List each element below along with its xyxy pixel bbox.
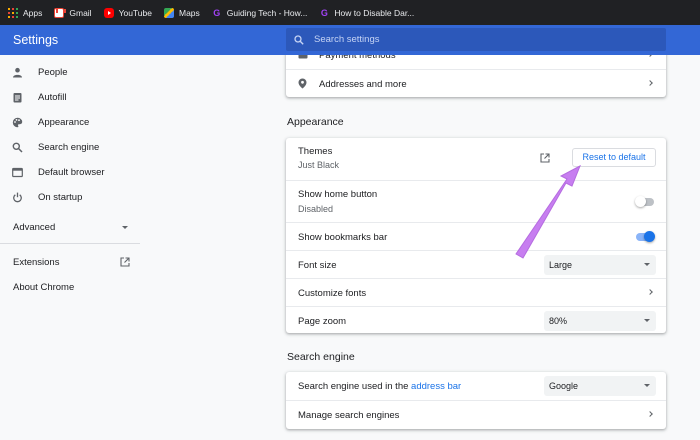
gmail-icon <box>54 7 65 18</box>
open-in-new-icon <box>120 257 130 267</box>
chevron-right-icon <box>647 411 653 417</box>
toggle-knob <box>635 196 646 207</box>
sidebar-item-autofill[interactable]: Autofill <box>0 85 140 110</box>
bookmarks-bar-label: Show bookmarks bar <box>298 232 388 243</box>
location-pin-icon <box>298 78 307 89</box>
guiding-tech-icon: G <box>320 7 328 18</box>
sidebar-item-label: Search engine <box>38 142 100 153</box>
sidebar-item-default-browser[interactable]: Default browser <box>0 160 140 185</box>
sidebar-item-label: Default browser <box>38 167 105 178</box>
power-icon <box>13 192 22 203</box>
section-title-search-engine: Search engine <box>287 351 355 363</box>
bookmark-apps[interactable]: Apps <box>8 7 43 18</box>
bookmark-disable-dark[interactable]: G How to Disable Dar... <box>319 8 414 18</box>
sidebar-item-label: Extensions <box>13 257 60 268</box>
bookmark-label: Gmail <box>69 7 92 18</box>
sidebar-item-search-engine[interactable]: Search engine <box>0 135 140 160</box>
select-value: Google <box>549 381 579 391</box>
themes-value: Just Black <box>298 160 340 170</box>
home-button-value: Disabled <box>298 204 334 214</box>
select-value: Large <box>549 260 573 270</box>
sidebar-item-people[interactable]: People <box>0 60 140 85</box>
clipboard-icon <box>13 93 22 103</box>
bookmark-label: Guiding Tech - How... <box>226 7 308 18</box>
chevron-right-icon <box>647 289 653 295</box>
show-home-button-row[interactable]: Show home button Disabled <box>286 180 666 222</box>
customize-fonts-label: Customize fonts <box>298 288 367 299</box>
search-engine-used-label: Search engine used in the address bar <box>298 381 461 392</box>
home-button-label: Show home button <box>298 189 378 200</box>
settings-header-foreground: Settings <box>0 25 700 55</box>
sidebar-divider <box>0 243 140 244</box>
appearance-card: Themes Just Black Reset to default Show … <box>286 138 666 333</box>
themes-row[interactable]: Themes Just Black Reset to default <box>286 138 666 180</box>
sidebar-item-appearance[interactable]: Appearance <box>0 110 140 135</box>
search-engine-select[interactable]: Google <box>544 376 656 396</box>
palette-icon <box>12 117 23 128</box>
font-size-row: Font size Large <box>286 250 666 278</box>
sidebar-item-advanced[interactable]: Advanced <box>0 215 140 240</box>
page-zoom-select[interactable]: 80% <box>544 311 656 331</box>
chevron-down-icon <box>644 319 650 322</box>
sidebar-item-on-startup[interactable]: On startup <box>0 185 140 210</box>
search-box[interactable] <box>286 28 666 51</box>
sidebar-item-label: On startup <box>38 192 83 203</box>
sidebar-item-extensions[interactable]: Extensions <box>0 250 140 275</box>
chevron-down-icon <box>122 226 128 229</box>
bookmarks-bar: Apps Gmail YouTube Maps G Guiding Tech -… <box>0 0 700 25</box>
customize-fonts-row[interactable]: Customize fonts <box>286 278 666 306</box>
browser-icon <box>12 167 23 178</box>
search-icon <box>12 142 23 153</box>
search-engine-used-row: Search engine used in the address bar Go… <box>286 372 666 400</box>
search-input[interactable] <box>314 34 634 45</box>
bookmark-label: YouTube <box>118 7 152 18</box>
sidebar-item-label: About Chrome <box>13 282 75 293</box>
manage-search-engines-row[interactable]: Manage search engines <box>286 400 666 428</box>
page-title: Settings <box>13 33 59 47</box>
label-text: Search engine used in the <box>298 381 412 392</box>
bookmark-maps[interactable]: Maps <box>163 7 200 18</box>
chevron-down-icon <box>644 263 650 266</box>
reset-to-default-button[interactable]: Reset to default <box>572 148 656 167</box>
themes-label: Themes <box>298 146 333 157</box>
maps-icon <box>163 7 174 18</box>
section-title-appearance: Appearance <box>287 116 344 128</box>
manage-search-engines-label: Manage search engines <box>298 410 400 421</box>
bookmarks-bar-toggle[interactable] <box>636 231 655 242</box>
bookmark-label: How to Disable Dar... <box>334 7 415 18</box>
search-icon <box>294 34 304 45</box>
select-value: 80% <box>549 316 568 326</box>
youtube-icon <box>103 7 114 18</box>
chevron-right-icon <box>647 80 653 86</box>
sidebar-item-label: Advanced <box>13 222 56 233</box>
guiding-tech-icon: G <box>213 7 221 18</box>
home-button-toggle[interactable] <box>635 196 654 207</box>
sidebar-item-about-chrome[interactable]: About Chrome <box>0 275 140 300</box>
addresses-row[interactable]: Addresses and more <box>286 69 666 97</box>
page-zoom-label: Page zoom <box>298 316 347 327</box>
sidebar-item-label: People <box>38 67 68 78</box>
page-zoom-row: Page zoom 80% <box>286 306 666 334</box>
bookmark-guiding-tech[interactable]: G Guiding Tech - How... <box>212 7 308 18</box>
toggle-knob <box>644 231 655 242</box>
chevron-down-icon <box>644 384 650 387</box>
row-label: Addresses and more <box>319 79 407 90</box>
bookmark-youtube[interactable]: YouTube <box>103 7 152 18</box>
font-size-label: Font size <box>298 260 337 271</box>
open-in-new-icon[interactable] <box>540 153 550 163</box>
address-bar-link[interactable]: address bar <box>411 381 461 392</box>
bookmark-label: Apps <box>23 7 43 18</box>
person-icon <box>13 67 22 78</box>
sidebar-item-label: Autofill <box>38 92 67 103</box>
search-engine-card: Search engine used in the address bar Go… <box>286 372 666 429</box>
apps-icon <box>8 7 18 18</box>
sidebar-item-label: Appearance <box>38 117 90 128</box>
bookmark-label: Maps <box>178 7 200 18</box>
sidebar: People Autofill Appearance Search engine… <box>0 55 140 440</box>
bookmark-gmail[interactable]: Gmail <box>54 7 92 18</box>
font-size-select[interactable]: Large <box>544 255 656 275</box>
show-bookmarks-bar-row[interactable]: Show bookmarks bar <box>286 222 666 250</box>
